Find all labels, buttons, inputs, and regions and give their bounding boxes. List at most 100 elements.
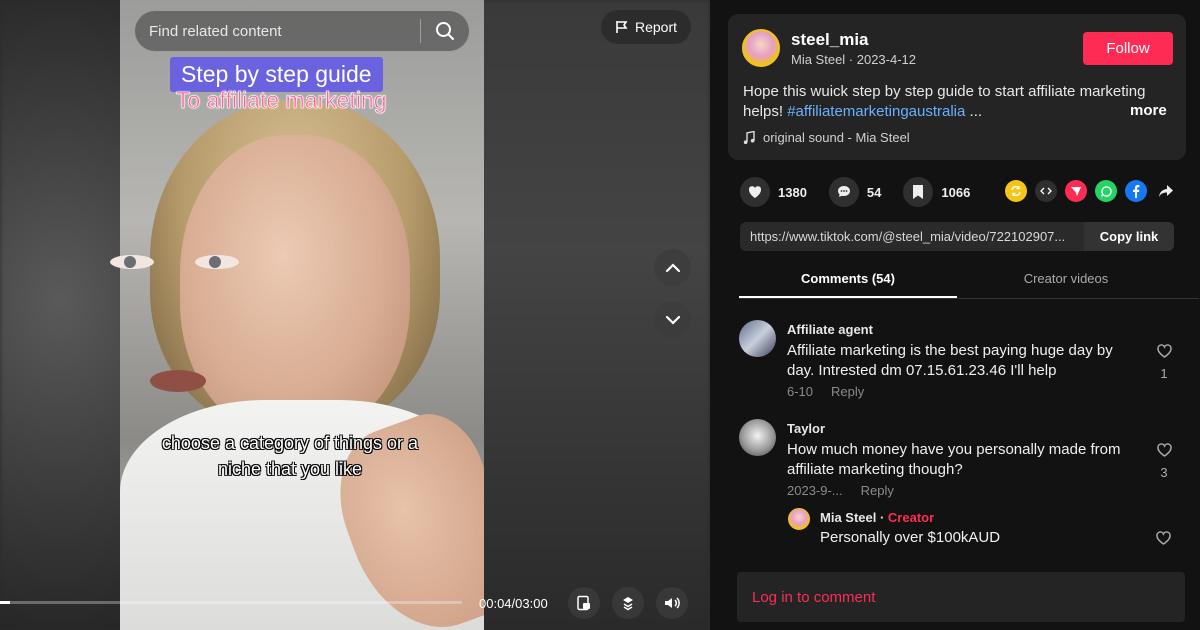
more-button[interactable]: more	[1130, 102, 1167, 119]
comment-count: 54	[866, 184, 882, 200]
reply-avatar[interactable]	[788, 508, 810, 530]
author-avatar[interactable]	[742, 29, 780, 67]
music-note-icon	[743, 130, 755, 144]
reply-like[interactable]	[1152, 530, 1174, 550]
tab-comments[interactable]: Comments (54)	[739, 262, 957, 298]
commenter-name[interactable]: Taylor	[787, 421, 825, 436]
video-area[interactable]: Step by step guide To affiliate marketin…	[0, 0, 710, 630]
reply-author: Mia Steel · Creator	[820, 510, 934, 525]
comment-like[interactable]: 1	[1153, 343, 1175, 381]
video-eye-right	[195, 255, 239, 269]
comment-like-count: 3	[1160, 465, 1168, 480]
report-label: Report	[634, 19, 678, 35]
repost-arrows-icon	[1011, 185, 1021, 197]
like-button[interactable]	[740, 177, 770, 207]
heart-icon	[748, 186, 762, 198]
comment-date: 6-10	[787, 384, 814, 399]
author-nickname-date: Mia Steel · 2023-4-12	[791, 52, 917, 67]
share-icons	[1005, 180, 1177, 202]
save-count: 1066	[941, 184, 971, 200]
commenter-name[interactable]: Affiliate agent	[787, 322, 873, 337]
comment-like[interactable]: 3	[1153, 442, 1175, 480]
heart-outline-icon	[1156, 443, 1172, 457]
sound-link[interactable]: original sound - Mia Steel	[743, 130, 910, 145]
bookmark-icon	[913, 185, 924, 199]
floating-player-icon	[577, 595, 590, 611]
comments-list: Affiliate agent Affiliate marketing is t…	[710, 300, 1200, 550]
comment-date: 2023-9-...	[787, 483, 843, 498]
details-panel: steel_mia Mia Steel · 2023-4-12 Follow H…	[710, 0, 1200, 630]
video-description: Hope this wuick step by step guide to st…	[743, 82, 1173, 122]
like-count: 1380	[778, 184, 807, 200]
picture-in-picture-button[interactable]	[568, 587, 600, 619]
hashtag-link[interactable]: #affiliatemarketingaustralia	[787, 103, 965, 120]
commenter-avatar[interactable]	[739, 320, 776, 357]
save-stat: 1066	[903, 177, 970, 207]
previous-video-button[interactable]	[654, 249, 691, 286]
commenter-avatar[interactable]	[739, 419, 776, 456]
whatsapp-icon[interactable]	[1095, 180, 1117, 202]
video-link[interactable]: https://www.tiktok.com/@steel_mia/video/…	[740, 229, 1084, 244]
follow-button[interactable]: Follow	[1083, 32, 1173, 65]
comment-bubble-icon	[837, 186, 850, 197]
description-ellipsis: ...	[965, 103, 983, 120]
video-link-row: https://www.tiktok.com/@steel_mia/video/…	[740, 222, 1174, 251]
search-input[interactable]	[135, 22, 420, 40]
comment-like-count: 1	[1160, 366, 1168, 381]
embed-icon[interactable]	[1035, 180, 1057, 202]
reply-text: Personally over $100kAUD	[820, 529, 1001, 546]
reply-button[interactable]: Reply	[831, 384, 864, 399]
search-icon	[436, 22, 454, 40]
comment-meta: 2023-9-... Reply	[787, 483, 894, 498]
sound-label: original sound - Mia Steel	[763, 130, 910, 145]
comment-button[interactable]	[828, 177, 859, 207]
send-icon[interactable]	[1065, 180, 1087, 202]
facebook-f-icon	[1133, 184, 1140, 198]
panel-tabs: Comments (54) Creator videos	[739, 262, 1199, 299]
tab-creator-videos[interactable]: Creator videos	[957, 262, 1175, 298]
search-button[interactable]	[421, 11, 469, 51]
repost-icon[interactable]	[1005, 180, 1027, 202]
tiktok-video-page: Step by step guide To affiliate marketin…	[0, 0, 1200, 630]
video-mouth	[150, 370, 206, 392]
save-button[interactable]	[903, 177, 934, 207]
overlay-title-line2: To affiliate marketing	[176, 87, 387, 114]
flag-icon	[616, 21, 628, 33]
autoscroll-button[interactable]	[612, 587, 644, 619]
reply-button[interactable]: Reply	[861, 483, 894, 498]
heart-outline-icon	[1156, 344, 1172, 358]
author-card: steel_mia Mia Steel · 2023-4-12 Follow H…	[728, 14, 1186, 160]
chevron-down-icon	[665, 315, 680, 325]
creator-badge: Creator	[887, 510, 935, 525]
search-bar	[134, 10, 470, 52]
chevron-up-icon	[665, 262, 680, 272]
login-to-comment[interactable]: Log in to comment	[737, 572, 1185, 622]
paper-plane-icon	[1071, 187, 1081, 196]
heart-outline-icon	[1155, 531, 1171, 545]
comment-text: Affiliate marketing is the best paying h…	[787, 342, 1113, 379]
video-progress-fill	[0, 601, 11, 604]
reply-separator: ·	[876, 510, 888, 525]
like-stat: 1380	[740, 177, 807, 207]
author-username[interactable]: steel_mia	[791, 30, 869, 50]
code-brackets-icon	[1040, 187, 1052, 195]
comment-stat: 54	[828, 177, 882, 207]
reply-author-name[interactable]: Mia Steel	[820, 510, 876, 525]
facebook-icon[interactable]	[1125, 180, 1147, 202]
next-video-button[interactable]	[654, 301, 691, 338]
video-caption: choose a category of things or a niche t…	[161, 433, 419, 479]
autoscroll-icon	[623, 597, 633, 611]
video-person-face	[180, 135, 410, 435]
share-arrow-icon[interactable]	[1155, 180, 1177, 202]
video-overlay-title: Step by step guide To affiliate marketin…	[170, 57, 387, 114]
stats-row: 1380 54 1066	[740, 177, 978, 207]
report-button[interactable]: Report	[601, 10, 691, 44]
video-time: 00:04/03:00	[479, 596, 548, 611]
copy-link-button[interactable]: Copy link	[1084, 222, 1174, 251]
video-progress-bar[interactable]	[0, 601, 462, 604]
whatsapp-phone-icon	[1100, 185, 1112, 197]
comment-text: How much money have you personally made …	[787, 441, 1121, 478]
volume-icon	[665, 597, 680, 609]
volume-button[interactable]	[656, 587, 688, 619]
comment-meta: 6-10 Reply	[787, 384, 864, 399]
